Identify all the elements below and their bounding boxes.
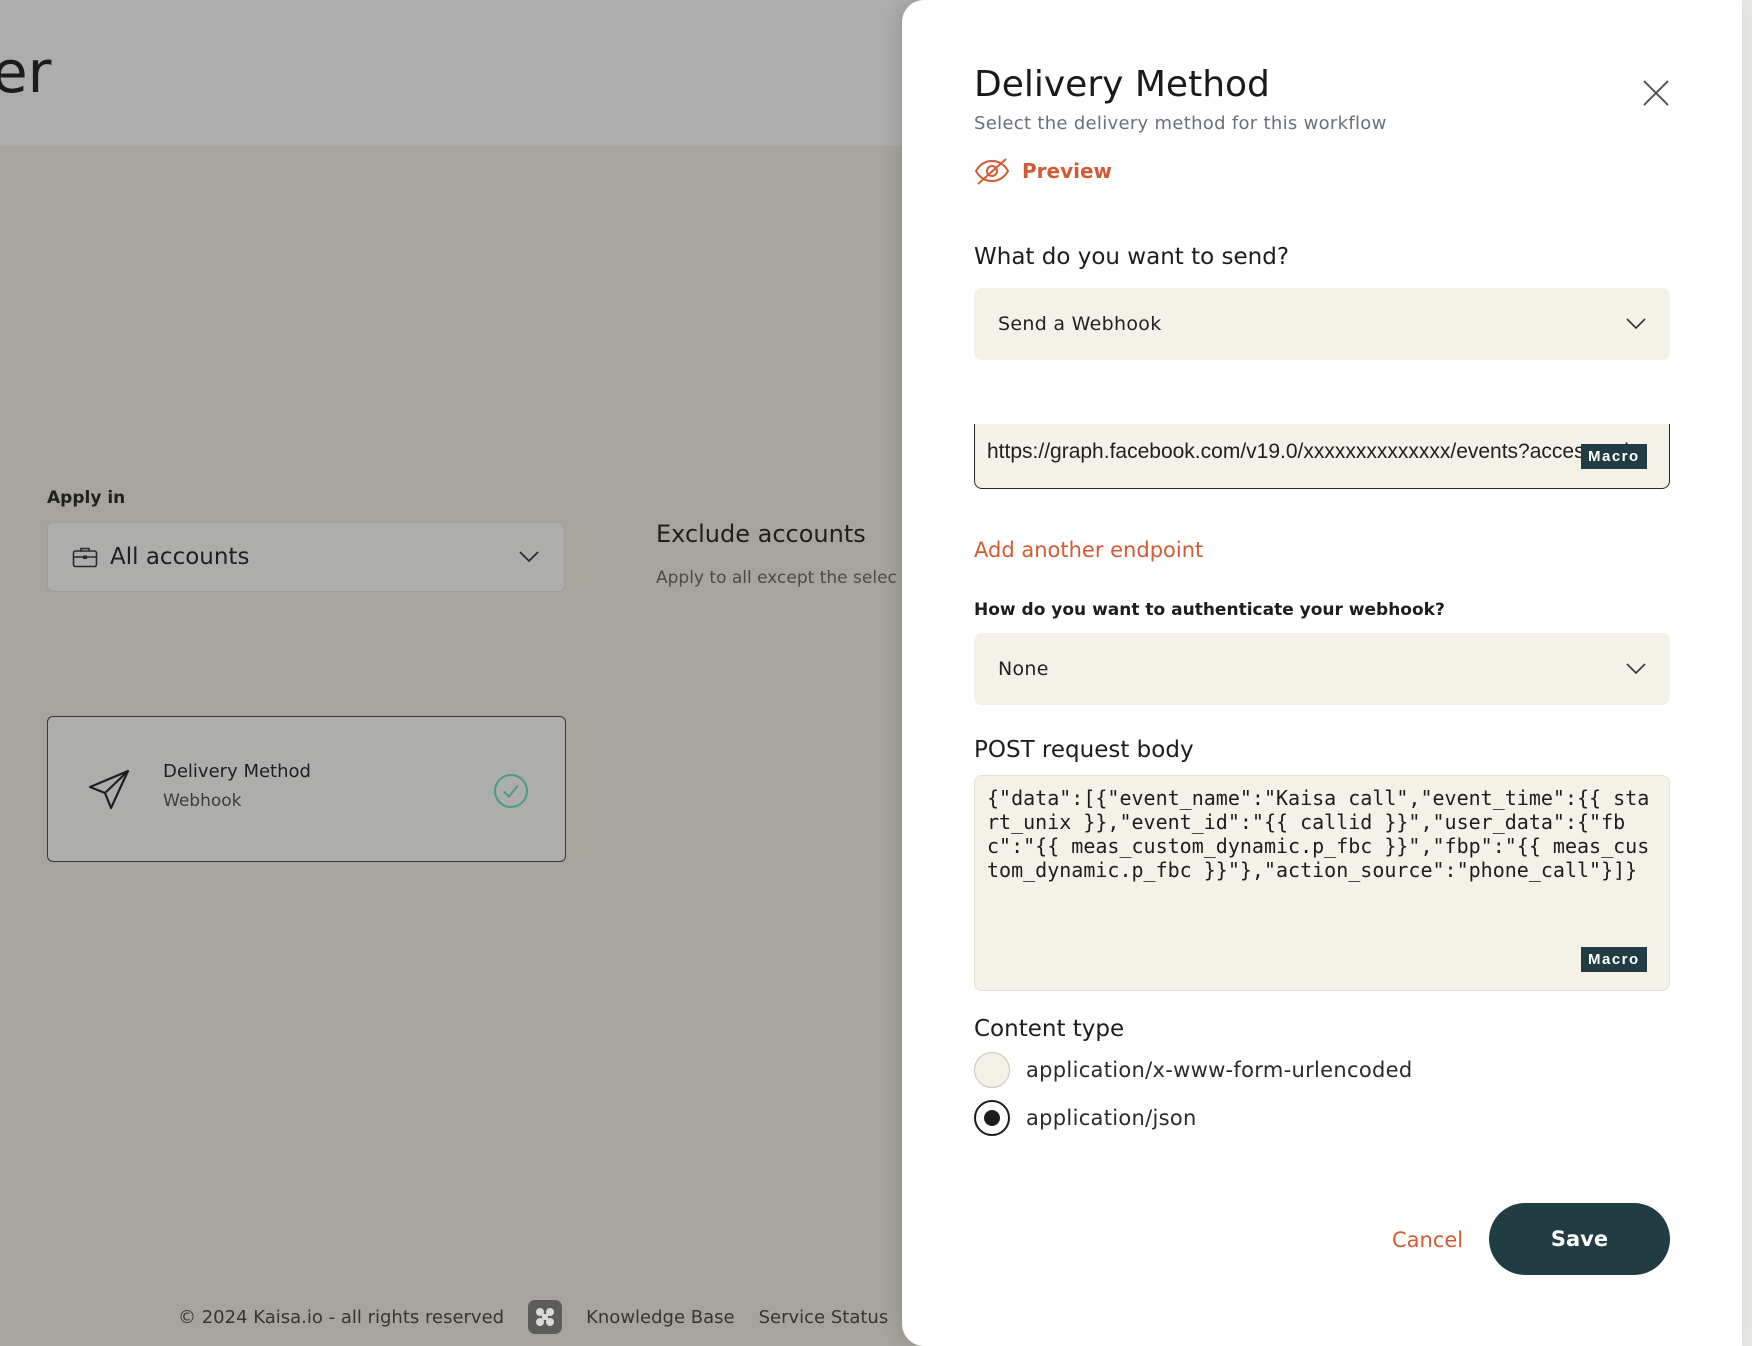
- post-body-textarea[interactable]: {"data":[{"event_name":"Kaisa call","eve…: [974, 775, 1670, 991]
- exclude-accounts-subtitle: Apply to all except the selec: [656, 568, 897, 588]
- send-question-label: What do you want to send?: [974, 244, 1290, 270]
- save-button[interactable]: Save: [1489, 1203, 1670, 1275]
- send-type-select[interactable]: Send a Webhook: [974, 288, 1670, 360]
- chevron-down-icon: [1626, 663, 1646, 675]
- footer-service-status-link[interactable]: Service Status: [759, 1307, 889, 1328]
- eye-slash-icon: [974, 158, 1010, 185]
- drawer-title: Delivery Method: [974, 64, 1270, 105]
- exclude-accounts-title: Exclude accounts: [656, 520, 866, 548]
- preview-label: Preview: [1022, 159, 1113, 183]
- delivery-card-title: Delivery Method: [163, 761, 311, 782]
- delivery-method-card[interactable]: Delivery Method Webhook: [47, 716, 566, 862]
- kaisa-logo-icon: [536, 1308, 555, 1326]
- post-body-macro-button[interactable]: Macro: [1581, 947, 1647, 972]
- close-icon[interactable]: [1639, 76, 1673, 110]
- post-body-code: {"data":[{"event_name":"Kaisa call","eve…: [987, 786, 1650, 882]
- add-endpoint-link[interactable]: Add another endpoint: [974, 538, 1203, 562]
- radio-unselected[interactable]: [974, 1052, 1010, 1088]
- chevron-down-icon: [519, 551, 539, 563]
- page-title: er: [0, 38, 52, 106]
- endpoint-macro-button[interactable]: Macro: [1581, 444, 1647, 469]
- cancel-button[interactable]: Cancel: [1392, 1228, 1463, 1252]
- content-type-json-label: application/json: [1026, 1106, 1197, 1130]
- apply-in-label: Apply in: [47, 488, 126, 508]
- post-body-label: POST request body: [974, 737, 1194, 763]
- content-type-urlencoded-label: application/x-www-form-urlencoded: [1026, 1058, 1413, 1082]
- delivery-card-subtitle: Webhook: [163, 791, 242, 811]
- drawer-edge: [1742, 0, 1752, 1346]
- content-type-json-option[interactable]: application/json: [974, 1100, 1197, 1136]
- auth-type-value: None: [998, 658, 1049, 680]
- chevron-down-icon: [1626, 318, 1646, 330]
- preview-button[interactable]: Preview: [974, 156, 1112, 186]
- endpoint-url-text: https://graph.facebook.com/v19.0/xxxxxxx…: [987, 440, 1647, 463]
- auth-question-label: How do you want to authenticate your web…: [974, 600, 1445, 620]
- footer: © 2024 Kaisa.io - all rights reserved Kn…: [178, 1300, 912, 1334]
- check-circle-icon: [494, 774, 528, 808]
- drawer-subtitle: Select the delivery method for this work…: [974, 113, 1387, 134]
- endpoint-url-input[interactable]: https://graph.facebook.com/v19.0/xxxxxxx…: [974, 424, 1670, 489]
- footer-copyright: © 2024 Kaisa.io - all rights reserved: [178, 1306, 505, 1328]
- apply-in-value: All accounts: [110, 544, 250, 570]
- briefcase-icon: [72, 547, 98, 568]
- delivery-method-drawer: Delivery Method Select the delivery meth…: [902, 0, 1742, 1346]
- content-type-urlencoded-option[interactable]: application/x-www-form-urlencoded: [974, 1052, 1412, 1088]
- auth-type-select[interactable]: None: [974, 633, 1670, 705]
- send-type-value: Send a Webhook: [998, 313, 1162, 335]
- apply-in-select[interactable]: All accounts: [47, 522, 565, 592]
- radio-selected[interactable]: [974, 1100, 1010, 1136]
- footer-knowledge-base-link[interactable]: Knowledge Base: [586, 1307, 735, 1328]
- paper-plane-icon: [88, 769, 130, 810]
- app-logo-icon[interactable]: [528, 1300, 563, 1334]
- content-type-label: Content type: [974, 1016, 1125, 1042]
